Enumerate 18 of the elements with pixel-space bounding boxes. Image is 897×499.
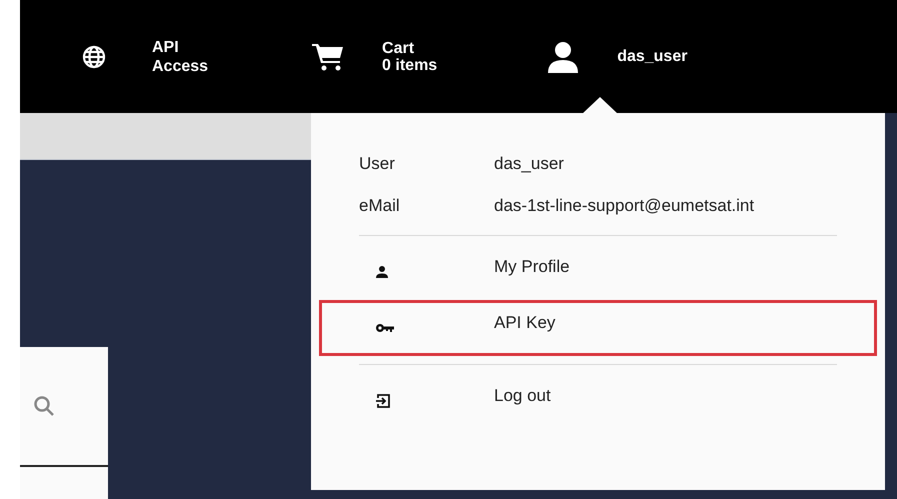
logout-icon xyxy=(375,393,391,409)
search-field[interactable] xyxy=(20,347,108,467)
globe-icon xyxy=(82,44,106,68)
api-access-link[interactable]: API Access xyxy=(152,38,208,76)
menu-item[interactable]: Log out xyxy=(319,373,877,429)
cart-link[interactable]: Cart 0 items xyxy=(382,40,438,74)
info-label: User xyxy=(359,153,396,176)
cart-icon xyxy=(312,42,344,70)
info-label: eMail xyxy=(359,195,401,218)
info-value: das_user xyxy=(494,153,564,176)
menu-item[interactable]: API Key xyxy=(319,300,877,356)
key-icon xyxy=(375,322,395,334)
person-icon xyxy=(375,265,389,279)
search-icon xyxy=(32,394,56,418)
info-value: das-1st-line-support@eumetsat.int xyxy=(494,195,754,218)
user-icon xyxy=(547,40,580,72)
user-menu-link[interactable]: das_user xyxy=(617,44,688,68)
menu-item[interactable]: My Profile xyxy=(319,244,877,300)
